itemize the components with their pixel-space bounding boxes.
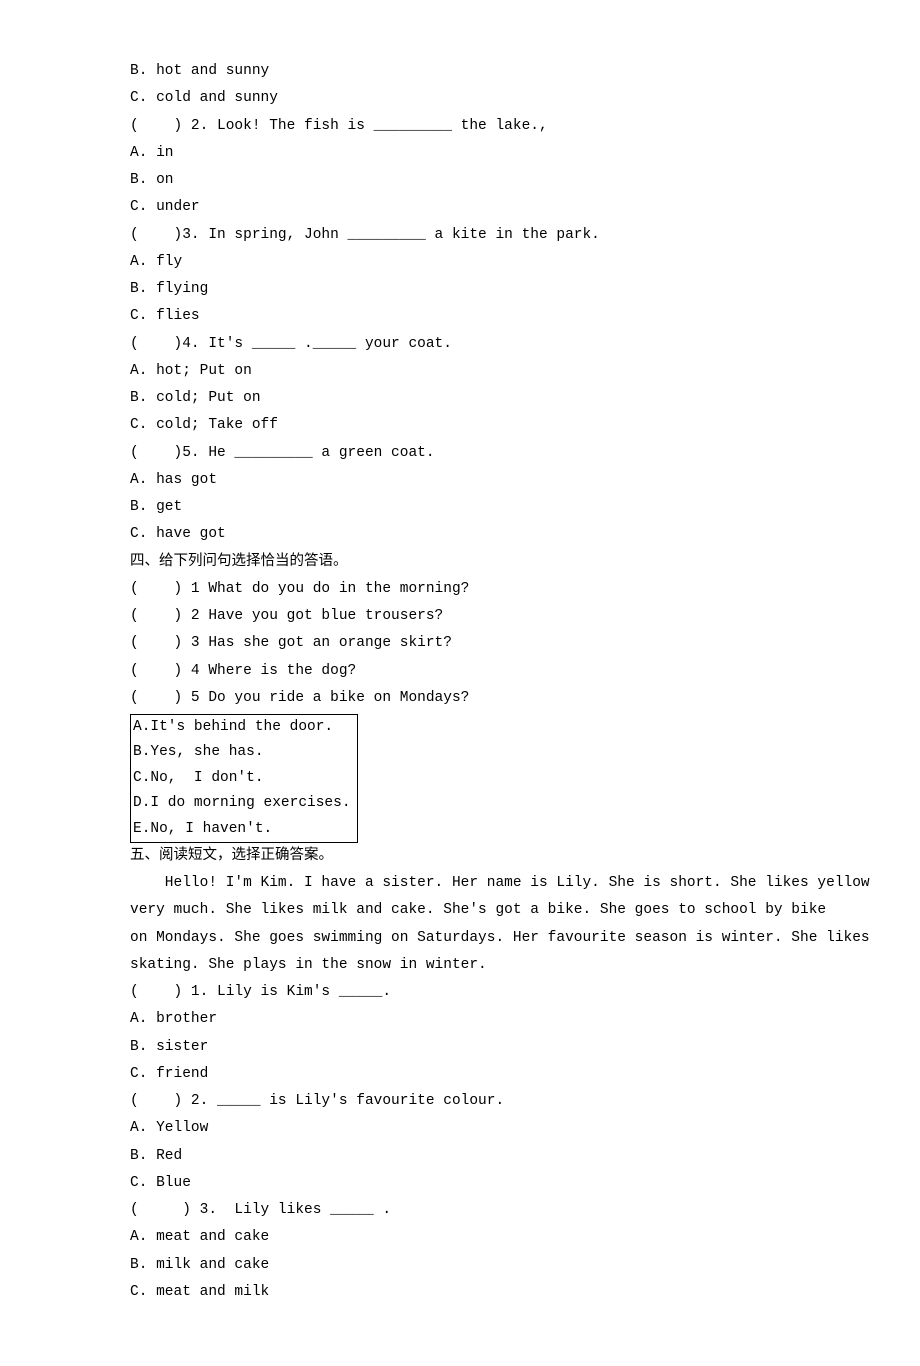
passage-line-1: Hello! I'm Kim. I have a sister. Her nam…	[130, 870, 790, 897]
q3-option-a: A. fly	[130, 249, 790, 276]
box-option-b: B.Yes, she has.	[133, 740, 351, 765]
s4-q2: ( ) 2 Have you got blue trousers?	[130, 603, 790, 630]
box-option-a: A.It's behind the door.	[133, 715, 351, 740]
s5-q2-option-c: C. Blue	[130, 1170, 790, 1197]
passage-line-4: skating. She plays in the snow in winter…	[130, 952, 790, 979]
s5-q1-option-a: A. brother	[130, 1006, 790, 1033]
q3-option-b: B. flying	[130, 276, 790, 303]
section5-title: 五、阅读短文，选择正确答案。	[130, 843, 790, 870]
s5-q2-option-b: B. Red	[130, 1143, 790, 1170]
q4-prompt: ( )4. It's _____ ._____ your coat.	[130, 331, 790, 358]
s5-q2: ( ) 2. _____ is Lily's favourite colour.	[130, 1088, 790, 1115]
s4-q1: ( ) 1 What do you do in the morning?	[130, 576, 790, 603]
q5-prompt: ( )5. He _________ a green coat.	[130, 440, 790, 467]
s5-q3-option-a: A. meat and cake	[130, 1224, 790, 1251]
box-option-e: E.No, I haven't.	[133, 817, 351, 842]
q5-option-a: A. has got	[130, 467, 790, 494]
worksheet-page: B. hot and sunny C. cold and sunny ( ) 2…	[0, 0, 920, 1366]
answer-options-box: A.It's behind the door. B.Yes, she has. …	[130, 714, 358, 843]
q2-option-a: A. in	[130, 140, 790, 167]
q3-prompt: ( )3. In spring, John _________ a kite i…	[130, 222, 790, 249]
passage-line-2: very much. She likes milk and cake. She'…	[130, 897, 790, 924]
s5-q2-option-a: A. Yellow	[130, 1115, 790, 1142]
q2-option-b: B. on	[130, 167, 790, 194]
s4-q4: ( ) 4 Where is the dog?	[130, 658, 790, 685]
box-option-c: C.No, I don't.	[133, 766, 351, 791]
s5-q3: ( ) 3. Lily likes _____ .	[130, 1197, 790, 1224]
section4-title: 四、给下列问句选择恰当的答语。	[130, 549, 790, 576]
s4-q5: ( ) 5 Do you ride a bike on Mondays?	[130, 685, 790, 712]
s4-q3: ( ) 3 Has she got an orange skirt?	[130, 630, 790, 657]
s5-q3-option-b: B. milk and cake	[130, 1252, 790, 1279]
q5-option-b: B. get	[130, 494, 790, 521]
box-option-d: D.I do morning exercises.	[133, 791, 351, 816]
passage-line-3: on Mondays. She goes swimming on Saturda…	[130, 925, 790, 952]
q2-option-c: C. under	[130, 194, 790, 221]
q4-option-b: B. cold; Put on	[130, 385, 790, 412]
s5-q1-option-b: B. sister	[130, 1034, 790, 1061]
s5-q3-option-c: C. meat and milk	[130, 1279, 790, 1306]
q4-option-c: C. cold; Take off	[130, 412, 790, 439]
q1-option-c: C. cold and sunny	[130, 85, 790, 112]
q3-option-c: C. flies	[130, 303, 790, 330]
s5-q1: ( ) 1. Lily is Kim's _____.	[130, 979, 790, 1006]
q5-option-c: C. have got	[130, 521, 790, 548]
s5-q1-option-c: C. friend	[130, 1061, 790, 1088]
q4-option-a: A. hot; Put on	[130, 358, 790, 385]
q1-option-b: B. hot and sunny	[130, 58, 790, 85]
q2-prompt: ( ) 2. Look! The fish is _________ the l…	[130, 113, 790, 140]
